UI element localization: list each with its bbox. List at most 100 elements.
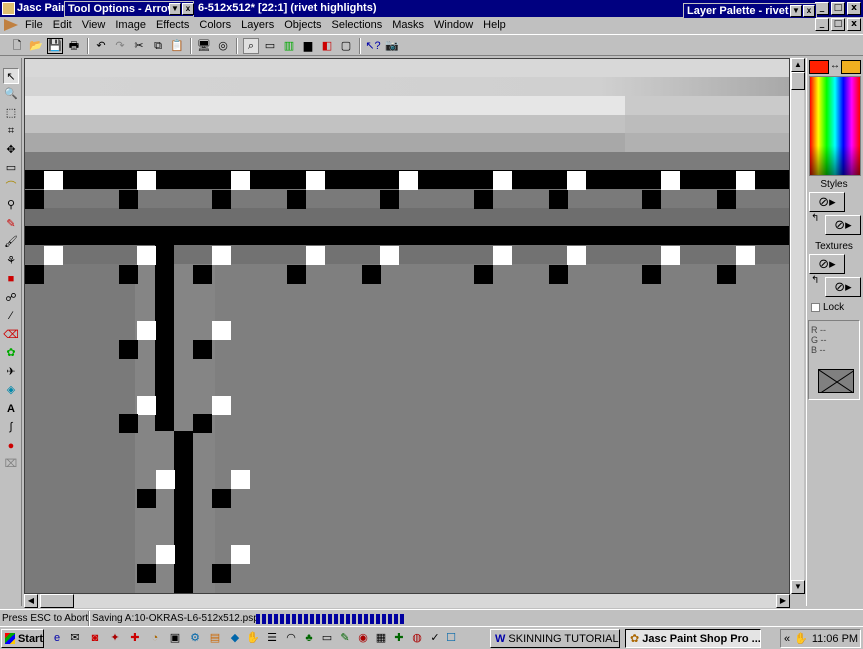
vertical-scroll-thumb[interactable] (791, 72, 805, 90)
quicklaunch-app-15-icon[interactable]: ◉ (356, 631, 370, 645)
preset-shapes-icon[interactable]: ● (3, 438, 19, 454)
taskbar-item-paint-shop-pro[interactable]: ✿ Jasc Paint Shop Pro ... (625, 629, 761, 648)
quicklaunch-app-10-icon[interactable]: ☰ (265, 631, 279, 645)
picture-tube-icon[interactable]: ✿ (3, 345, 19, 361)
redo-icon[interactable]: ↷ (112, 38, 128, 54)
swap-styles-icon[interactable]: ↰ (811, 213, 819, 224)
quicklaunch-app-2-icon[interactable]: ✦ (108, 631, 122, 645)
menu-masks[interactable]: Masks (387, 19, 429, 31)
camera-icon[interactable]: 📷 (384, 38, 400, 54)
internet-explorer-icon[interactable]: e (50, 631, 64, 645)
minimize-button[interactable]: _ (815, 2, 829, 15)
background-color-swatch[interactable] (841, 60, 861, 74)
new-file-icon[interactable]: 🗋 (9, 38, 25, 54)
taskbar-item-skinning-tutorial[interactable]: W SKINNING TUTORIAL - ... (490, 629, 620, 648)
quicklaunch-app-18-icon[interactable]: ◍ (410, 631, 424, 645)
cut-icon[interactable]: ✂ (131, 38, 147, 54)
foreground-style-button[interactable]: ⊘▸ (809, 192, 845, 212)
swap-colors-icon[interactable]: ↔ (830, 60, 840, 71)
tool-options-rollup-button[interactable]: ▼ (169, 3, 181, 15)
zoom-tool-icon[interactable]: 🔍 (3, 86, 19, 102)
scratch-remover-icon[interactable]: ∕ (3, 308, 19, 324)
background-style-button[interactable]: ⊘▸ (825, 215, 861, 235)
quicklaunch-app-3-icon[interactable]: ✚ (128, 631, 142, 645)
help-pointer-icon[interactable]: ↖? (365, 38, 381, 54)
mover-tool-icon[interactable]: ✥ (3, 142, 19, 158)
vertical-scrollbar[interactable]: ▲ ▼ (790, 58, 805, 594)
doc-restore-button[interactable]: □ (831, 18, 845, 31)
swap-textures-icon[interactable]: ↰ (811, 275, 819, 286)
quicklaunch-app-11-icon[interactable]: ◠ (284, 631, 298, 645)
color-spectrum[interactable] (809, 76, 861, 176)
clone-brush-icon[interactable]: ⚘ (3, 253, 19, 269)
quicklaunch-app-17-icon[interactable]: ✚ (392, 631, 406, 645)
paint-shop-pro-icon[interactable] (2, 2, 15, 15)
dropper-tool-icon[interactable]: ✎ (3, 216, 19, 232)
menu-effects[interactable]: Effects (151, 19, 194, 31)
airbrush-icon[interactable]: ✈ (3, 364, 19, 380)
print-icon[interactable]: 🖶 (66, 38, 82, 54)
menu-layers[interactable]: Layers (236, 19, 279, 31)
quicklaunch-app-1-icon[interactable]: ◙ (88, 631, 102, 645)
deformation-tool-icon[interactable]: ⬚ (3, 105, 19, 121)
toggle-overview-icon[interactable]: ▢ (338, 38, 354, 54)
color-replacer-icon[interactable]: ■ (3, 271, 19, 287)
horizontal-scroll-thumb[interactable] (40, 594, 74, 608)
menu-image[interactable]: Image (110, 19, 151, 31)
start-button[interactable]: Start (1, 629, 44, 648)
full-screen-preview-icon[interactable]: 🖥 (196, 38, 212, 54)
paste-icon[interactable]: 📋 (169, 38, 185, 54)
tray-hand-icon[interactable]: ✋ (794, 632, 808, 645)
menu-view[interactable]: View (77, 19, 111, 31)
object-selector-icon[interactable]: ⌧ (3, 456, 19, 472)
quicklaunch-app-16-icon[interactable]: ▦ (374, 631, 388, 645)
tray-arrows-icon[interactable]: « (784, 633, 790, 645)
crop-tool-icon[interactable]: ⌗ (3, 123, 19, 139)
retouch-tool-icon[interactable]: ☍ (3, 290, 19, 306)
quicklaunch-app-19-icon[interactable]: ✓ (428, 631, 442, 645)
tool-options-close-button[interactable]: x (182, 3, 194, 15)
menu-selections[interactable]: Selections (327, 19, 388, 31)
background-texture-button[interactable]: ⊘▸ (825, 277, 861, 297)
quicklaunch-app-14-icon[interactable]: ✎ (338, 631, 352, 645)
menu-objects[interactable]: Objects (279, 19, 326, 31)
layer-palette-close-button[interactable]: x (803, 5, 815, 17)
menu-window[interactable]: Window (429, 19, 478, 31)
doc-close-button[interactable]: x (847, 18, 861, 31)
draw-tool-icon[interactable]: ∫ (3, 419, 19, 435)
layer-palette-rollup-button[interactable]: ▼ (790, 5, 802, 17)
quicklaunch-app-20-icon[interactable]: ☐ (444, 631, 458, 645)
scroll-up-button[interactable]: ▲ (791, 58, 805, 72)
undo-icon[interactable]: ↶ (93, 38, 109, 54)
toggle-layer-palette-icon[interactable]: ◧ (319, 38, 335, 54)
doc-minimize-button[interactable]: _ (815, 18, 829, 31)
document-system-icon[interactable] (4, 19, 18, 31)
save-icon[interactable]: 💾 (47, 38, 63, 54)
copy-icon[interactable]: ⧉ (150, 38, 166, 54)
close-button[interactable]: x (847, 2, 861, 15)
flood-fill-icon[interactable]: ◈ (3, 382, 19, 398)
histogram-icon[interactable]: ▆ (300, 38, 316, 54)
text-tool-icon[interactable]: A (3, 401, 19, 417)
eraser-tool-icon[interactable]: ⌫ (3, 327, 19, 343)
lock-checkbox[interactable] (811, 303, 820, 312)
arrow-tool-icon[interactable]: ↖ (3, 68, 19, 84)
image-canvas[interactable] (24, 58, 790, 594)
quicklaunch-app-5-icon[interactable]: ▣ (168, 631, 182, 645)
open-folder-icon[interactable]: 📂 (28, 38, 44, 54)
horizontal-scrollbar[interactable]: ◀ ▶ (24, 594, 790, 608)
freehand-tool-icon[interactable]: ⌒ (3, 179, 19, 195)
quicklaunch-app-13-icon[interactable]: ▭ (320, 631, 334, 645)
toggle-tool-palette-icon[interactable]: ⌕ (243, 38, 259, 54)
scroll-left-button[interactable]: ◀ (24, 594, 38, 608)
menu-edit[interactable]: Edit (48, 19, 77, 31)
foreground-color-swatch[interactable] (809, 60, 829, 74)
normal-viewing-icon[interactable]: ◎ (215, 38, 231, 54)
quicklaunch-app-8-icon[interactable]: ◆ (228, 631, 242, 645)
tool-options-titlebar[interactable]: Tool Options - Arrow ▼ x (64, 1, 194, 17)
lock-toggle[interactable]: Lock (811, 302, 844, 313)
quicklaunch-app-7-icon[interactable]: ▤ (208, 631, 222, 645)
menu-file[interactable]: File (20, 19, 48, 31)
maximize-button[interactable]: □ (831, 2, 845, 15)
scroll-down-button[interactable]: ▼ (791, 580, 805, 594)
